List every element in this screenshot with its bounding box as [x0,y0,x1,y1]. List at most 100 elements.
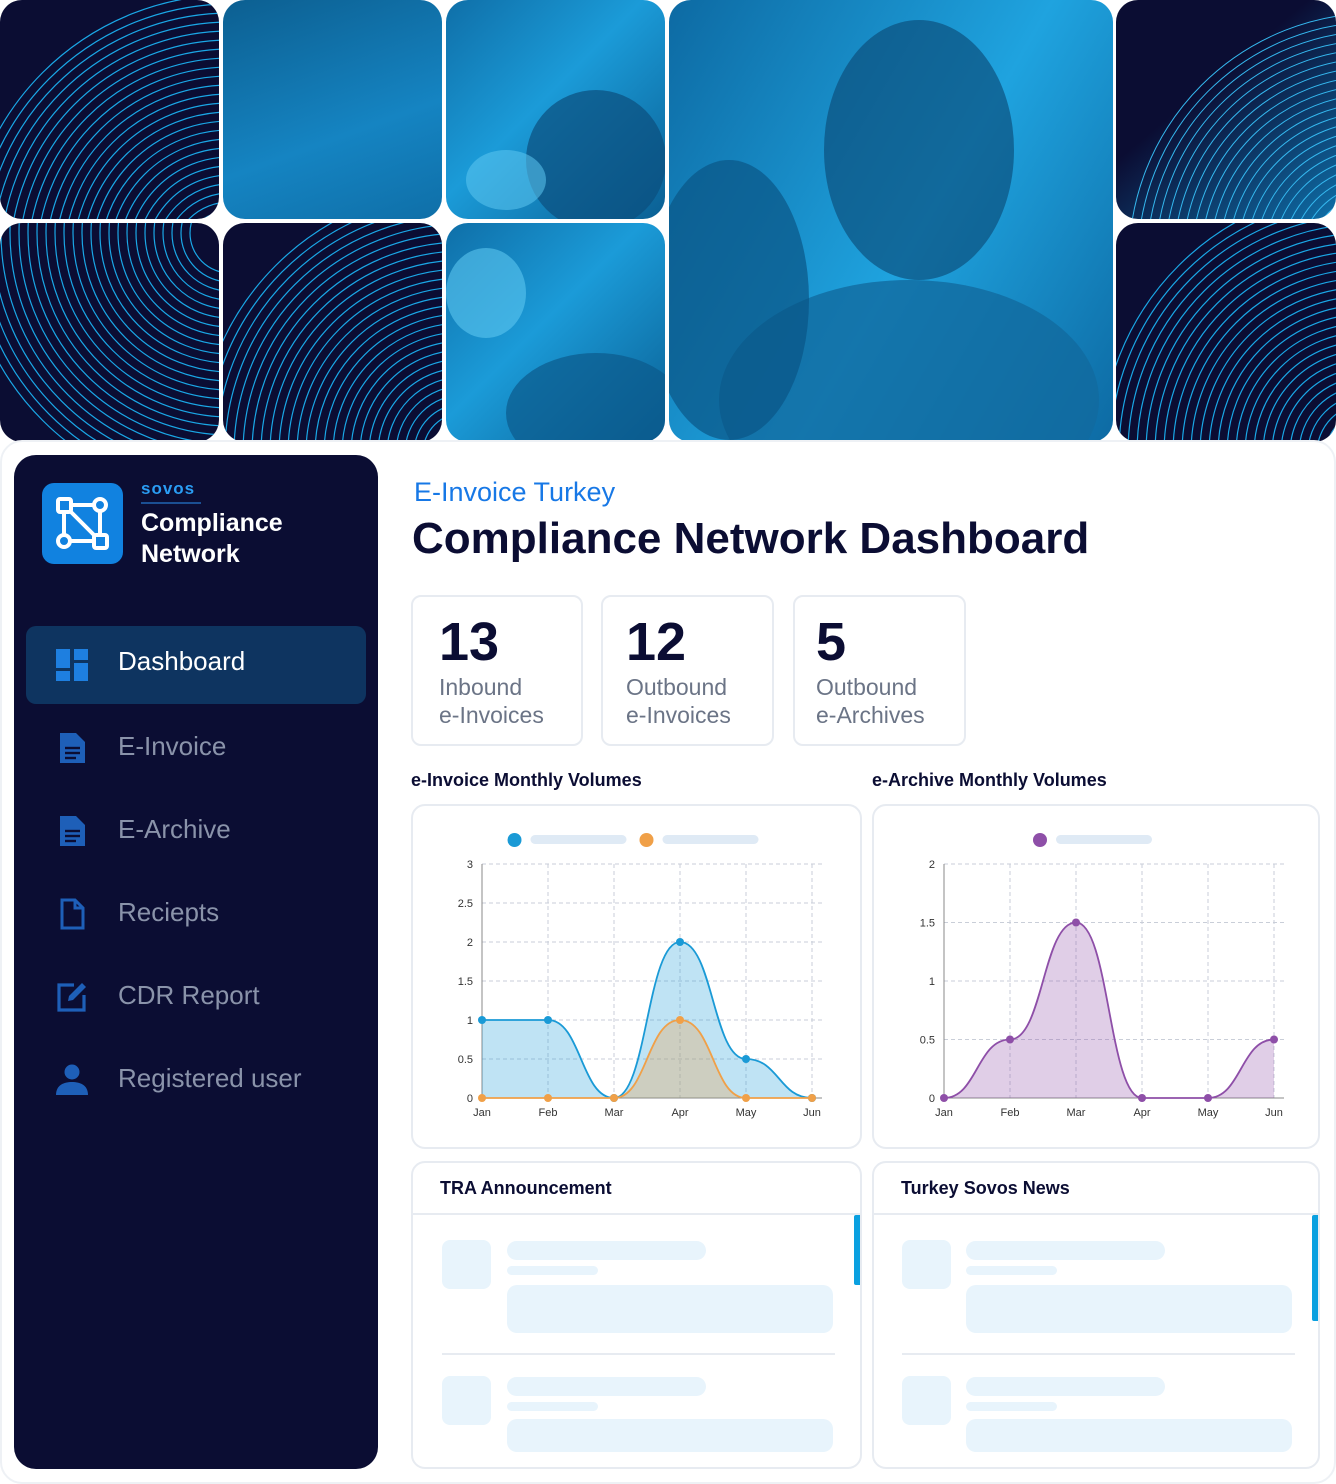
invoice-chart-title: e-Invoice Monthly Volumes [411,770,642,790]
data-point [676,1016,684,1024]
legend-label-placeholder [662,835,759,844]
archive-chart-title: e-Archive Monthly Volumes [872,770,1107,790]
sidebar-item-label: E-Invoice [118,731,227,761]
stat-label: Outbound e-Archives [816,673,966,729]
stat-label-line: e-Invoices [439,702,544,728]
hero-tile-arcs [1116,223,1336,442]
person-illustration [669,20,1099,442]
data-point [610,1094,618,1102]
item-body-placeholder [507,1419,833,1452]
x-tick-label: Mar [1067,1107,1086,1119]
stat-label-line: e-Archives [816,702,925,728]
item-title-placeholder [966,1241,1165,1260]
tra-announcement-card: TRA Announcement [411,1161,862,1469]
sidebar-item-e-invoice[interactable]: E-Invoice [26,709,366,787]
invoice-chart-card: 0 0.5 1 1.5 2 2.5 3 Jan Feb Mar Apr May Jun [411,804,862,1149]
stat-label-line: Outbound [626,674,728,700]
archive-chart-card: 0 0.5 1 1.5 2 Jan Feb Mar Apr May Jun [872,804,1320,1149]
legend-label-placeholder [1056,835,1152,844]
item-thumbnail [902,1376,951,1425]
data-point [742,1055,750,1063]
hero-tile-arcs [0,0,219,219]
sidebar-item-dashboard[interactable]: Dashboard [26,626,366,704]
card-title: TRA Announcement [440,1178,612,1198]
sidebar-item-receipts[interactable]: Reciepts [26,875,366,953]
hero-tile-arcs [1116,0,1336,219]
x-tick-label: Feb [539,1107,558,1119]
y-tick-label: 2 [467,937,473,949]
sidebar-item-registered-user[interactable]: Registered user [26,1041,366,1119]
edit-icon [57,983,86,1012]
user-icon [56,1064,88,1095]
data-point [742,1094,750,1102]
stat-value: 5 [816,612,847,672]
item-body-placeholder [507,1285,833,1333]
dashboard-icon [56,649,88,681]
sidebar-item-label: E-Archive [118,814,231,844]
document-icon [60,816,85,846]
item-divider [902,1353,1295,1355]
card-header: Turkey Sovos News [874,1163,1318,1215]
y-tick-label: 2 [929,859,935,871]
y-tick-label: 2.5 [458,898,473,910]
sovos-news-card: Turkey Sovos News [872,1161,1320,1469]
stat-label-line: e-Invoices [626,702,731,728]
compliance-network-logo-icon [42,483,123,564]
data-point [940,1094,948,1102]
archive-volume-chart: 0 0.5 1 1.5 2 Jan Feb Mar Apr May Jun [920,833,1284,1119]
y-tick-label: 0.5 [920,1035,935,1047]
data-point [1072,918,1080,927]
y-tick-label: 1 [467,1015,473,1027]
stat-value: 13 [439,612,500,672]
hero-collage [0,0,1336,444]
item-title-placeholder [507,1377,706,1396]
y-tick-label: 0 [929,1093,935,1105]
data-point [1204,1094,1212,1102]
item-thumbnail [442,1240,491,1289]
page-subtitle: E-Invoice Turkey [414,477,616,507]
x-tick-label: May [1198,1107,1219,1119]
x-tick-label: Jan [935,1107,953,1119]
y-tick-label: 0.5 [458,1054,473,1066]
data-point [478,1016,486,1024]
sidebar-item-e-archive[interactable]: E-Archive [26,792,366,870]
x-tick-label: Jun [803,1107,821,1119]
scrollbar-thumb[interactable] [854,1215,860,1285]
stat-card-inbound-invoices[interactable]: 13 Inbound e-Invoices [411,595,583,746]
sidebar-item-label: CDR Report [118,980,260,1010]
person-illustration [466,90,665,219]
hero-tile-photo-man [446,0,665,219]
document-icon [60,733,85,763]
item-thumbnail [442,1376,491,1425]
item-title-placeholder [966,1377,1165,1396]
data-point [1138,1094,1146,1102]
hero-tile-photo-hand [446,223,665,442]
stat-card-outbound-invoices[interactable]: 12 Outbound e-Invoices [601,595,774,746]
data-point [544,1094,552,1102]
stat-label-line: Inbound [439,674,523,700]
y-tick-label: 0 [467,1093,473,1105]
item-divider [442,1353,835,1355]
brand-divider [141,502,201,504]
data-point [676,938,684,946]
stat-card-outbound-archives[interactable]: 5 Outbound e-Archives [793,595,966,746]
sidebar-item-label: Dashboard [118,646,246,676]
y-tick-label: 1.5 [458,976,473,988]
y-tick-label: 1.5 [920,918,935,930]
page-title: Compliance Network Dashboard [412,514,1090,563]
legend-label-placeholder [530,835,627,844]
legend-marker [1033,833,1047,847]
stat-value: 12 [626,612,687,672]
data-point [544,1016,552,1024]
x-tick-label: Feb [1001,1107,1020,1119]
card-header: TRA Announcement [413,1163,860,1215]
brand-company: sovos [141,479,196,498]
scrollbar-thumb[interactable] [1312,1215,1318,1321]
sidebar-item-cdr-report[interactable]: CDR Report [26,958,366,1036]
item-body-placeholder [966,1285,1292,1333]
stat-label-line: Outbound [816,674,918,700]
card-title: Turkey Sovos News [901,1178,1070,1198]
data-point [1270,1035,1278,1044]
brand-product: Compliance Network [141,509,283,568]
data-point [1006,1035,1014,1044]
